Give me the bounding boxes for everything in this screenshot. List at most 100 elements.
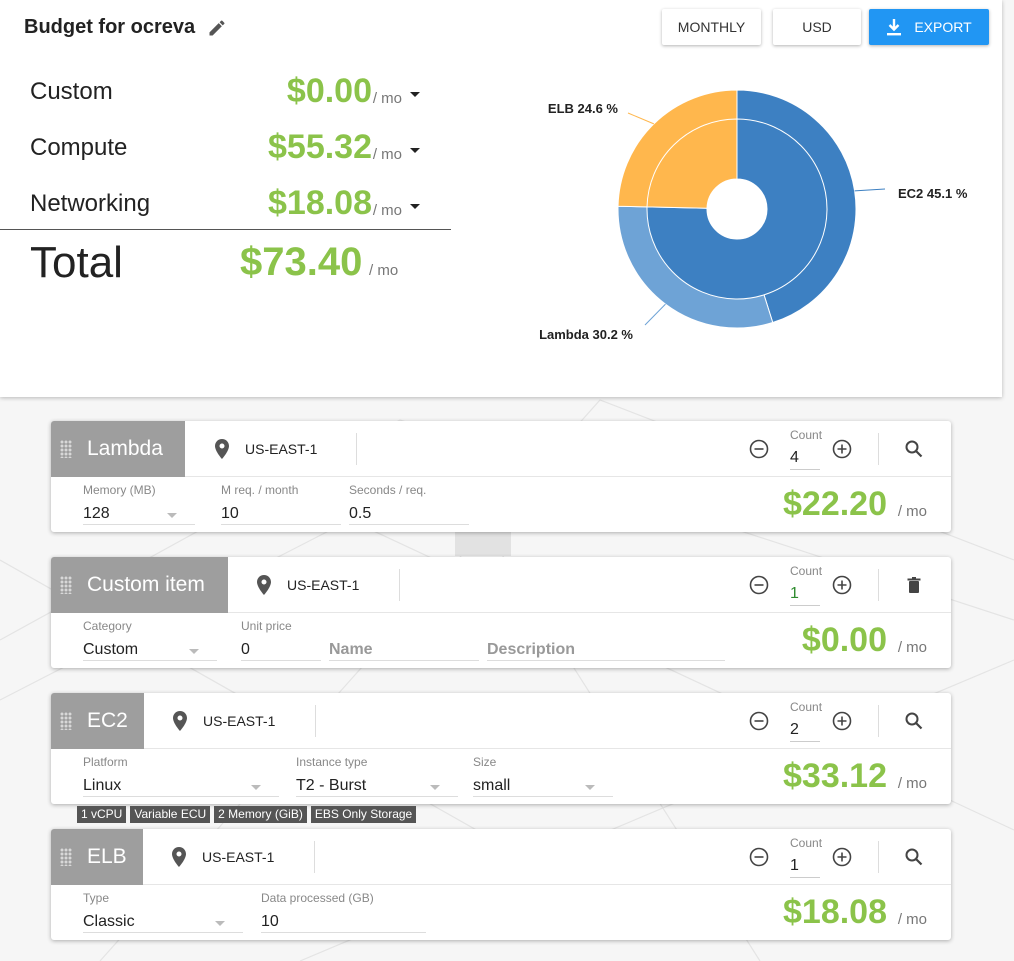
slice-leader-line bbox=[627, 112, 655, 125]
description-input[interactable]: Description bbox=[487, 635, 725, 661]
divider bbox=[878, 569, 879, 601]
region-selector[interactable]: US-EAST-1 bbox=[257, 557, 359, 613]
caret-down-icon[interactable] bbox=[410, 148, 420, 153]
caret-down-icon[interactable] bbox=[410, 92, 420, 97]
export-button[interactable]: EXPORT bbox=[869, 9, 989, 45]
field-label: Instance type bbox=[296, 755, 368, 769]
caret-down-icon[interactable] bbox=[410, 204, 420, 209]
search-icon[interactable] bbox=[904, 711, 924, 731]
trash-icon[interactable] bbox=[904, 575, 924, 595]
platform-select[interactable]: Linux bbox=[83, 771, 279, 797]
price-unit: / mo bbox=[897, 503, 927, 520]
size-field[interactable]: Size small bbox=[473, 755, 613, 797]
increment-button[interactable] bbox=[832, 711, 852, 731]
memory-select[interactable]: 128 bbox=[83, 499, 195, 525]
count-input[interactable]: 1 bbox=[790, 857, 820, 878]
decrement-button[interactable] bbox=[749, 711, 769, 731]
caret-down-icon bbox=[189, 649, 199, 654]
spec-tag: Variable ECU bbox=[130, 806, 211, 823]
data-processed-input[interactable]: 10 bbox=[261, 907, 426, 933]
category-row-custom: Custom $0.00 / mo bbox=[30, 72, 424, 112]
field-label: Type bbox=[83, 891, 110, 905]
name-input[interactable]: Name bbox=[329, 635, 479, 661]
field-label: Platform bbox=[83, 755, 128, 769]
slice-leader-line bbox=[644, 303, 666, 326]
service-card-lambda: Lambda US-EAST-1 Count 4 Memory (MB) 128… bbox=[51, 421, 951, 532]
category-name: Compute bbox=[30, 134, 128, 161]
price-unit: / mo bbox=[897, 911, 927, 928]
type-select[interactable]: Classic bbox=[83, 907, 243, 933]
drag-handle-icon[interactable] bbox=[60, 440, 72, 458]
instance-spec-tags: 1 vCPU Variable ECU 2 Memory (GiB) EBS O… bbox=[77, 806, 420, 823]
field-label: Size bbox=[473, 755, 497, 769]
name-field[interactable]: Name bbox=[329, 619, 479, 661]
spec-tag: 1 vCPU bbox=[77, 806, 127, 823]
seconds-field[interactable]: Seconds / req. 0.5 bbox=[349, 483, 469, 525]
divider bbox=[356, 433, 357, 465]
edit-pencil-icon[interactable] bbox=[207, 18, 227, 38]
card-name: EC2 bbox=[87, 709, 128, 732]
region-selector[interactable]: US-EAST-1 bbox=[172, 829, 274, 885]
field-value: small bbox=[473, 777, 511, 794]
count-input[interactable]: 2 bbox=[790, 721, 820, 742]
category-field[interactable]: Category Custom bbox=[83, 619, 217, 661]
count-label: Count bbox=[790, 700, 823, 714]
region-selector[interactable]: US-EAST-1 bbox=[215, 421, 317, 477]
drag-handle-icon[interactable] bbox=[60, 712, 72, 730]
card-price: $22.20 bbox=[783, 485, 887, 523]
card-name-tab[interactable]: ELB bbox=[51, 829, 143, 885]
increment-button[interactable] bbox=[832, 575, 852, 595]
description-field[interactable]: Description bbox=[487, 619, 725, 661]
category-value: $0.00 bbox=[286, 72, 372, 110]
data-processed-field[interactable]: Data processed (GB) 10 bbox=[261, 891, 426, 933]
divider bbox=[878, 705, 879, 737]
card-name-tab[interactable]: Lambda bbox=[51, 421, 185, 477]
cost-breakdown-donut-chart: EC2 45.1 % Lambda 30.2 % ELB 24.6 % bbox=[539, 89, 968, 342]
category-select[interactable]: Custom bbox=[83, 635, 217, 661]
export-label: EXPORT bbox=[914, 19, 972, 35]
download-icon bbox=[887, 19, 902, 36]
region-label: US-EAST-1 bbox=[245, 441, 318, 457]
decrement-button[interactable] bbox=[749, 439, 769, 459]
requests-input[interactable]: 10 bbox=[221, 499, 341, 525]
divider bbox=[314, 841, 315, 873]
unit-price-input[interactable]: 0 bbox=[241, 635, 321, 661]
budget-title-row: Budget for ocreva bbox=[24, 16, 227, 39]
decrement-button[interactable] bbox=[749, 575, 769, 595]
count-input[interactable]: 4 bbox=[790, 449, 820, 470]
card-name-tab[interactable]: Custom item bbox=[51, 557, 228, 613]
count-label: Count bbox=[790, 428, 823, 442]
drag-handle-icon[interactable] bbox=[60, 848, 72, 866]
monthly-button[interactable]: MONTHLY bbox=[662, 9, 761, 45]
size-select[interactable]: small bbox=[473, 771, 613, 797]
location-pin-icon bbox=[257, 575, 271, 595]
count-input[interactable]: 1 bbox=[790, 585, 820, 606]
card-name-tab[interactable]: EC2 bbox=[51, 693, 144, 749]
increment-button[interactable] bbox=[832, 847, 852, 867]
search-icon[interactable] bbox=[904, 847, 924, 867]
memory-field[interactable]: Memory (MB) 128 bbox=[83, 483, 195, 525]
spec-tag: 2 Memory (GiB) bbox=[214, 806, 307, 823]
card-price: $33.12 bbox=[783, 757, 887, 795]
drag-handle-icon[interactable] bbox=[60, 576, 72, 594]
category-row-compute: Compute $55.32 / mo bbox=[30, 128, 424, 168]
region-selector[interactable]: US-EAST-1 bbox=[173, 693, 275, 749]
card-header: Lambda US-EAST-1 Count 4 bbox=[51, 421, 951, 477]
instance-type-select[interactable]: T2 - Burst bbox=[296, 771, 458, 797]
decrement-button[interactable] bbox=[749, 847, 769, 867]
seconds-input[interactable]: 0.5 bbox=[349, 499, 469, 525]
search-icon[interactable] bbox=[904, 439, 924, 459]
budget-title: Budget for ocreva bbox=[24, 16, 196, 38]
unit-price-field[interactable]: Unit price 0 bbox=[241, 619, 321, 661]
field-label: Unit price bbox=[241, 619, 292, 633]
region-label: US-EAST-1 bbox=[202, 849, 275, 865]
card-header: ELB US-EAST-1 Count 1 bbox=[51, 829, 951, 885]
currency-button[interactable]: USD bbox=[773, 9, 861, 45]
increment-button[interactable] bbox=[832, 439, 852, 459]
platform-field[interactable]: Platform Linux bbox=[83, 755, 279, 797]
type-field[interactable]: Type Classic bbox=[83, 891, 243, 933]
divider bbox=[878, 841, 879, 873]
price-unit: / mo bbox=[897, 639, 927, 656]
requests-field[interactable]: M req. / month 10 bbox=[221, 483, 341, 525]
instance-type-field[interactable]: Instance type T2 - Burst bbox=[296, 755, 458, 797]
